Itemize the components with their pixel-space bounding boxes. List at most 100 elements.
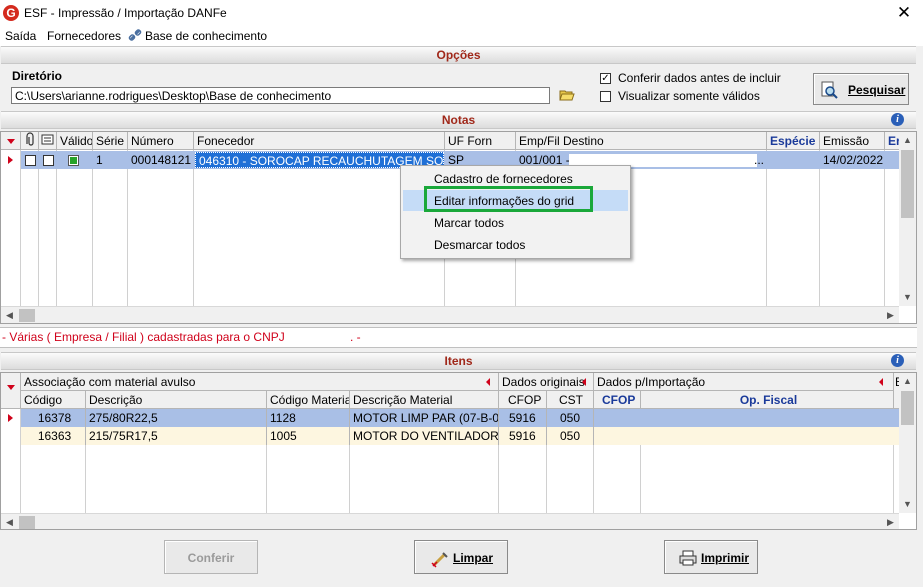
collapse-association-icon[interactable] xyxy=(486,378,490,386)
notes-clip-header[interactable] xyxy=(21,132,39,150)
print-button-label: Imprimir xyxy=(701,551,750,565)
row-emp-fil-ellipsis: ... xyxy=(754,153,765,167)
eraser-icon xyxy=(431,552,448,568)
close-button[interactable]: ✕ xyxy=(892,2,916,24)
options-header: Opções xyxy=(1,46,916,64)
scroll-thumb[interactable] xyxy=(901,391,914,425)
window-title: ESF - Impressão / Importação DANFe xyxy=(24,6,227,20)
scroll-down-icon[interactable]: ▼ xyxy=(899,289,916,306)
col-uf[interactable]: UF Forn xyxy=(445,132,516,150)
search-button-label: Pesquisar xyxy=(848,83,906,97)
items-info-icon[interactable]: i xyxy=(891,354,904,367)
print-button[interactable]: Imprimir xyxy=(664,540,758,574)
col-codigo-material[interactable]: Código Material xyxy=(267,391,350,409)
confirm-button[interactable]: Conferir xyxy=(164,540,258,574)
menu-exit[interactable]: Saída xyxy=(5,29,36,43)
col-cst[interactable]: CST xyxy=(547,391,594,409)
collapse-original-icon[interactable] xyxy=(582,378,586,386)
item-cst: 050 xyxy=(547,427,594,445)
group-association: Associação com material avulso xyxy=(21,373,499,391)
printer-icon xyxy=(679,550,697,566)
scroll-up-icon[interactable]: ▲ xyxy=(899,132,916,149)
scroll-right-icon[interactable]: ▶ xyxy=(882,307,899,323)
col-emissao[interactable]: Emissão xyxy=(820,132,885,150)
col-descricao[interactable]: Descrição xyxy=(86,391,267,409)
document-icon xyxy=(41,134,54,145)
row-numero: 000148121 xyxy=(131,153,192,167)
scroll-up-icon[interactable]: ▲ xyxy=(899,373,916,390)
menu-suppliers[interactable]: Fornecedores xyxy=(47,29,121,43)
item-codigo: 16378 xyxy=(21,409,86,427)
item-cfop: 5916 xyxy=(499,409,547,427)
link-icon xyxy=(128,29,142,41)
col-descricao-material[interactable]: Descrição Material xyxy=(350,391,499,409)
show-valid-only-checkbox[interactable] xyxy=(600,91,611,102)
col-op-fiscal[interactable]: Op. Fiscal xyxy=(641,391,894,409)
item-descricao: 215/75R17,5 xyxy=(86,427,267,445)
item-cod-material: 1005 xyxy=(267,427,350,445)
clear-button-label: Limpar xyxy=(453,551,494,565)
row-pointer-icon xyxy=(8,414,13,422)
row-emissao: 14/02/2022 xyxy=(823,153,884,167)
search-doc-icon xyxy=(821,81,838,99)
items-vscrollbar[interactable]: ▲ ▼ xyxy=(899,373,916,513)
col-serie[interactable]: Série xyxy=(93,132,128,150)
row-pointer-icon xyxy=(8,156,13,164)
col-cfop-import[interactable]: CFOP xyxy=(594,391,641,409)
search-button[interactable]: Pesquisar xyxy=(813,73,909,105)
notes-sort-header[interactable] xyxy=(1,132,21,150)
item-codigo: 16363 xyxy=(21,427,86,445)
context-menu: Cadastro de fornecedores Editar informaç… xyxy=(400,165,631,259)
item-cod-material: 1128 xyxy=(267,409,350,427)
row-doc-checkbox[interactable] xyxy=(43,155,54,166)
items-sort-header[interactable] xyxy=(1,373,21,409)
col-numero[interactable]: Número xyxy=(128,132,194,150)
items-hscrollbar[interactable]: ◀ ▶ xyxy=(1,513,899,529)
check-before-include-label: Conferir dados antes de incluir xyxy=(618,71,781,85)
menu-item-deselect-all[interactable]: Desmarcar todos xyxy=(401,234,630,256)
highlight-box xyxy=(424,186,593,212)
item-cst: 050 xyxy=(547,409,594,427)
col-emp-fil[interactable]: Emp/Fil Destino xyxy=(516,132,767,150)
hscroll-thumb[interactable] xyxy=(19,309,35,322)
collapse-import-icon[interactable] xyxy=(879,378,883,386)
item-descricao: 275/80R22,5 xyxy=(86,409,267,427)
cnpj-message-tail: . - xyxy=(350,330,361,344)
notes-doc-header[interactable] xyxy=(39,132,57,150)
message-bar: - Várias ( Empresa / Filial ) cadastrada… xyxy=(0,327,917,348)
scroll-thumb[interactable] xyxy=(901,150,914,218)
group-import: Dados p/Importação xyxy=(594,373,894,391)
paperclip-icon xyxy=(26,132,34,146)
folder-icon[interactable] xyxy=(559,88,575,102)
group-original: Dados originais xyxy=(499,373,594,391)
row-select-checkbox[interactable] xyxy=(25,155,36,166)
directory-input[interactable]: C:\Users\arianne.rodrigues\Desktop\Base … xyxy=(11,87,550,104)
check-before-include-checkbox[interactable]: ✓ xyxy=(600,73,611,84)
notes-vscrollbar[interactable]: ▲ ▼ xyxy=(899,132,916,306)
menu-knowledge-base[interactable]: Base de conhecimento xyxy=(145,29,267,43)
items-grid: Associação com material avulso Dados ori… xyxy=(0,372,917,530)
scroll-left-icon[interactable]: ◀ xyxy=(1,307,18,323)
scroll-right-icon[interactable]: ▶ xyxy=(882,514,899,529)
row-especie xyxy=(767,151,820,169)
hscroll-thumb[interactable] xyxy=(19,516,35,529)
menu-item-select-all[interactable]: Marcar todos xyxy=(401,212,630,234)
col-valido[interactable]: Válido xyxy=(57,132,93,150)
col-cfop-original[interactable]: CFOP xyxy=(499,391,547,409)
col-especie[interactable]: Espécie xyxy=(767,132,820,150)
col-fornecedor[interactable]: Fonecedor xyxy=(194,132,445,150)
item-cfop: 5916 xyxy=(499,427,547,445)
row-serie: 1 xyxy=(96,153,103,167)
clear-button[interactable]: Limpar xyxy=(414,540,508,574)
show-valid-only-label: Visualizar somente válidos xyxy=(618,89,760,103)
notes-hscrollbar[interactable]: ◀ ▶ xyxy=(1,306,899,323)
notes-info-icon[interactable]: i xyxy=(891,113,904,126)
app-logo-icon: G xyxy=(3,5,19,21)
directory-label: Diretório xyxy=(12,69,63,83)
cnpj-message: - Várias ( Empresa / Filial ) cadastrada… xyxy=(2,330,285,344)
col-codigo[interactable]: Código xyxy=(21,391,86,409)
scroll-left-icon[interactable]: ◀ xyxy=(1,514,18,529)
scroll-down-icon[interactable]: ▼ xyxy=(899,496,916,513)
item-desc-material: MOTOR LIMP PAR (07-B-00... xyxy=(350,409,499,427)
item-desc-material: MOTOR DO VENTILADOR ... xyxy=(350,427,499,445)
